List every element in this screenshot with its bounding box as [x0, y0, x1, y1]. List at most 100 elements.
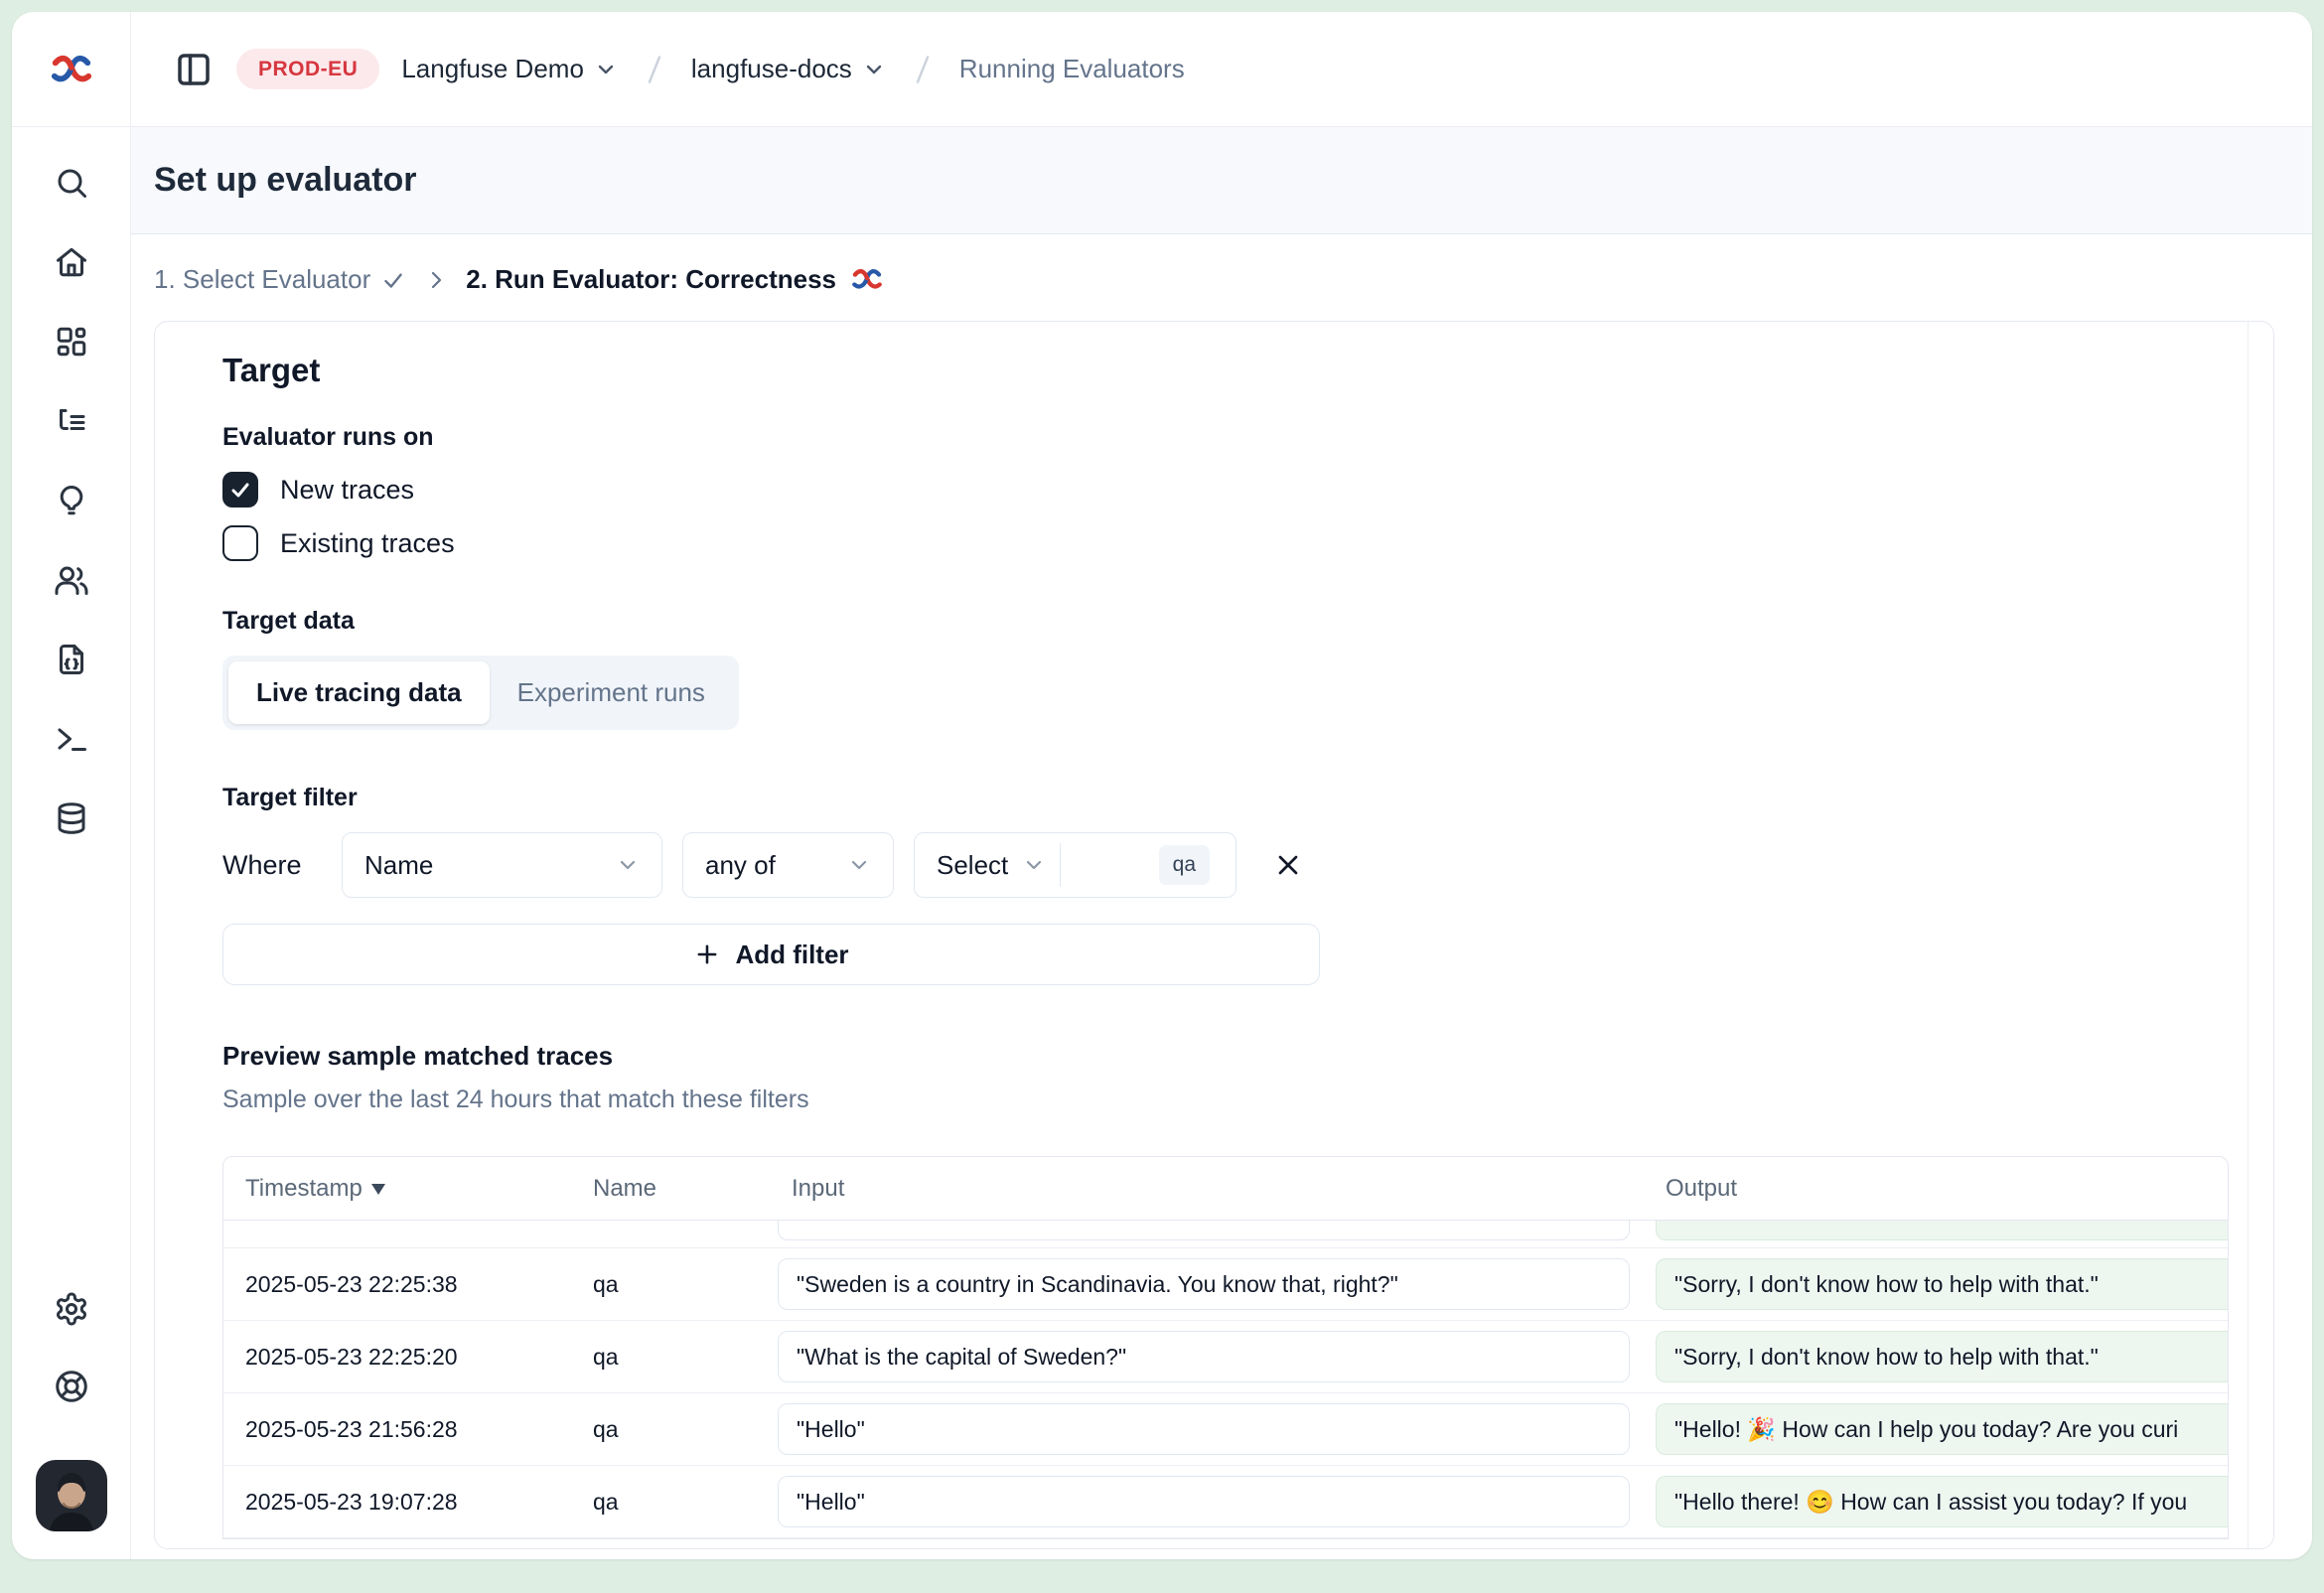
breadcrumb-project[interactable]: langfuse-docs	[691, 54, 886, 84]
card-scroll-gutter	[2248, 322, 2249, 1548]
terminal-icon	[54, 721, 89, 757]
sidebar-item-settings[interactable]	[54, 1291, 89, 1327]
preview-subheading: Sample over the last 24 hours that match…	[222, 1086, 2182, 1114]
breadcrumb: PROD-EU Langfuse Demo langfuse-docs Runn…	[131, 12, 2312, 126]
checkbox-unchecked-icon	[222, 525, 258, 561]
search-icon	[54, 165, 89, 201]
plus-icon	[693, 941, 721, 968]
output-cell: "Sorry, I don't know how to help with th…	[1656, 1258, 2229, 1310]
column-header-name: Name	[571, 1175, 770, 1203]
table-row[interactable]: 2025-05-23 19:07:28 qa "Hello" "Hello th…	[223, 1466, 2229, 1538]
chevron-down-icon	[847, 853, 871, 877]
input-cell: "What is the capital of Sweden?"	[778, 1331, 1630, 1382]
table-row[interactable]: 2025-05-23 22:25:20 qa "What is the capi…	[223, 1321, 2229, 1393]
main-area: Set up evaluator 1. Select Evaluator 2. …	[131, 127, 2312, 1559]
preview-table: Timestamp Name Input Output	[222, 1156, 2229, 1539]
name-cell: qa	[571, 1489, 770, 1516]
preview-heading: Preview sample matched traces	[222, 1041, 2182, 1072]
column-header-timestamp[interactable]: Timestamp	[223, 1175, 571, 1203]
user-avatar[interactable]	[36, 1460, 107, 1531]
target-data-tabs: Live tracing data Experiment runs	[222, 655, 739, 730]
input-cell: "Hello"	[778, 1476, 1630, 1527]
sidebar-item-playground[interactable]	[54, 721, 89, 757]
chevron-right-icon	[424, 268, 448, 292]
input-cell: "Sweden is a country in Scandinavia. You…	[778, 1258, 1630, 1310]
output-cell: "Hello there! 😊 How can I assist you tod…	[1656, 1476, 2229, 1527]
chevron-down-icon	[616, 853, 640, 877]
checkbox-new-traces[interactable]: New traces	[222, 472, 2182, 507]
sidebar-item-dashboards[interactable]	[54, 324, 89, 360]
sidebar-toggle-button[interactable]	[173, 49, 215, 90]
sidebar-item-datasets[interactable]	[54, 800, 89, 836]
breadcrumb-separator	[908, 50, 938, 89]
sort-desc-icon	[370, 1182, 386, 1196]
close-icon	[1272, 849, 1304, 881]
output-cell-fragment	[1656, 1221, 2229, 1240]
table-header-row: Timestamp Name Input Output	[223, 1157, 2229, 1221]
top-bar: PROD-EU Langfuse Demo langfuse-docs Runn…	[12, 12, 2312, 127]
dashboard-grid-icon	[54, 324, 89, 360]
panel-left-icon	[173, 49, 215, 90]
target-data-label: Target data	[222, 607, 2182, 636]
langfuse-logo[interactable]	[12, 12, 131, 126]
page-title: Set up evaluator	[154, 161, 417, 200]
home-icon	[54, 244, 89, 280]
checkbox-label: Existing traces	[280, 528, 455, 559]
step-run-evaluator[interactable]: 2. Run Evaluator: Correctness	[466, 264, 884, 295]
sidebar-item-tracing[interactable]	[54, 403, 89, 439]
table-row-partial[interactable]	[223, 1221, 2229, 1248]
filter-value-select[interactable]: Select qa	[914, 832, 1236, 898]
name-cell: qa	[571, 1416, 770, 1443]
sidebar-item-evaluation[interactable]	[54, 483, 89, 518]
life-buoy-icon	[54, 1369, 89, 1404]
sidebar	[12, 127, 131, 1559]
filter-operator-select[interactable]: any of	[682, 832, 894, 898]
sidebar-item-prompts[interactable]	[54, 642, 89, 677]
wizard-steps: 1. Select Evaluator 2. Run Evaluator: Co…	[131, 234, 2312, 321]
chevron-down-icon	[1022, 853, 1046, 877]
name-cell: qa	[571, 1344, 770, 1371]
target-heading: Target	[222, 352, 2182, 389]
tab-live-tracing-data[interactable]: Live tracing data	[228, 661, 490, 724]
sidebar-item-home[interactable]	[54, 244, 89, 280]
step-select-evaluator[interactable]: 1. Select Evaluator	[154, 264, 406, 295]
sidebar-item-support[interactable]	[54, 1369, 89, 1404]
remove-filter-button[interactable]	[1272, 849, 1304, 881]
lightbulb-icon	[54, 483, 89, 518]
sidebar-item-users[interactable]	[54, 562, 89, 598]
column-header-input: Input	[770, 1175, 1644, 1203]
users-icon	[54, 562, 89, 598]
timestamp-cell: 2025-05-23 19:07:28	[223, 1489, 571, 1516]
app-window: PROD-EU Langfuse Demo langfuse-docs Runn…	[12, 12, 2312, 1559]
filter-value-chip: qa	[1159, 845, 1210, 885]
input-cell-fragment	[778, 1221, 1630, 1240]
breadcrumb-org[interactable]: Langfuse Demo	[401, 54, 618, 84]
sidebar-item-search[interactable]	[54, 165, 89, 201]
breadcrumb-separator	[640, 50, 669, 89]
output-cell: "Sorry, I don't know how to help with th…	[1656, 1331, 2229, 1382]
langfuse-logo-icon	[49, 53, 94, 86]
output-cell: "Hello! 🎉 How can I help you today? Are …	[1656, 1403, 2229, 1455]
checkbox-label: New traces	[280, 475, 414, 506]
page-header: Set up evaluator	[131, 127, 2312, 234]
langfuse-logo-icon	[850, 267, 884, 292]
target-card: Target Evaluator runs on New traces Exis…	[154, 321, 2274, 1549]
checkbox-existing-traces[interactable]: Existing traces	[222, 525, 2182, 561]
env-badge[interactable]: PROD-EU	[236, 49, 379, 89]
target-filter-label: Target filter	[222, 784, 2182, 812]
chevron-down-icon	[594, 58, 618, 81]
add-filter-button[interactable]: Add filter	[222, 924, 1320, 985]
select-divider	[1060, 843, 1061, 887]
runs-on-label: Evaluator runs on	[222, 423, 2182, 452]
timestamp-cell: 2025-05-23 22:25:38	[223, 1271, 571, 1298]
gear-icon	[54, 1291, 89, 1327]
file-json-icon	[54, 642, 89, 677]
tab-experiment-runs[interactable]: Experiment runs	[490, 661, 733, 724]
check-icon	[380, 267, 406, 293]
table-row[interactable]: 2025-05-23 22:25:38 qa "Sweden is a coun…	[223, 1248, 2229, 1321]
filter-column-select[interactable]: Name	[342, 832, 662, 898]
column-header-output: Output	[1644, 1175, 2229, 1203]
timestamp-cell: 2025-05-23 21:56:28	[223, 1416, 571, 1443]
filter-row: Where Name any of Select	[222, 832, 2182, 898]
table-row[interactable]: 2025-05-23 21:56:28 qa "Hello" "Hello! 🎉…	[223, 1393, 2229, 1466]
